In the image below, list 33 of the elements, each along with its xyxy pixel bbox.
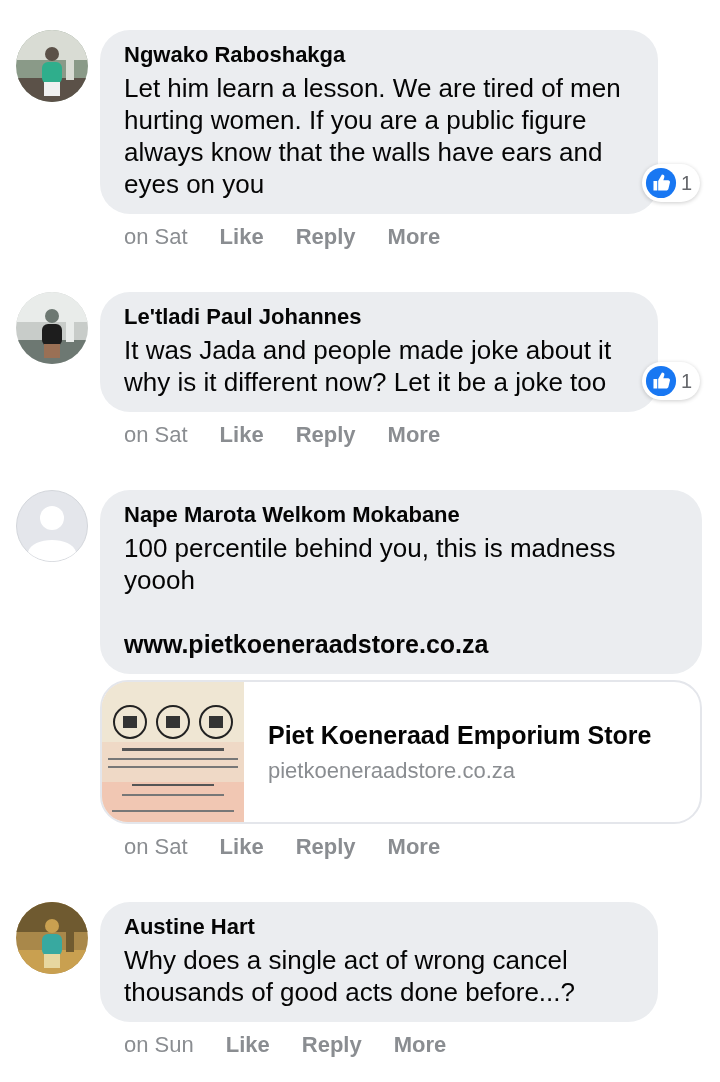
action-link[interactable]: More [387, 834, 441, 860]
action-link[interactable]: More [387, 422, 441, 448]
action-link[interactable]: Reply [295, 834, 356, 860]
action-link[interactable]: Like [219, 224, 264, 250]
author-name[interactable]: Nape Marota Welkom Mokabane [124, 502, 678, 528]
comment-text: Why does a single act of wrong cancel thousands of good acts done before...? [124, 944, 576, 1008]
author-name[interactable]: Austine Hart [124, 914, 634, 940]
default-avatar-icon [16, 490, 88, 562]
comment-text: It was Jada and people made joke about it why is it different now? Let it be a joke too [124, 334, 613, 398]
preview-title: Piet Koeneraad Emporium Store [268, 720, 652, 750]
link-preview-card[interactable]: Piet Koeneraad Emporium Store pietkoeneraadstore.co.za [100, 680, 702, 824]
comment-text: 100 percentile behind you, this is madness yoooh [124, 532, 617, 596]
preview-domain: pietkoeneraadstore.co.za [268, 757, 517, 784]
action-link[interactable]: Reply [301, 1032, 362, 1058]
action-link[interactable]: More [393, 1032, 447, 1058]
author-name[interactable]: Le'tladi Paul Johannes [124, 304, 634, 330]
comment-time: on Sun [124, 1032, 194, 1058]
action-link[interactable]: Reply [295, 422, 356, 448]
thumbs-up-icon [644, 365, 677, 397]
reaction-count[interactable]: 1 [641, 362, 700, 400]
comment-text: Let him learn a lesson. We are tired of men hurting women. If you are a public figure always know that the walls have ears and eyes on you [124, 72, 622, 200]
comment-time: on Sat [124, 422, 188, 448]
comment-time: on Sat [124, 224, 188, 250]
action-link[interactable]: Like [219, 422, 264, 448]
action-link[interactable]: More [387, 224, 441, 250]
link[interactable]: www.pietkoeneraadstore.co.za [124, 628, 678, 660]
action-link[interactable]: Like [225, 1032, 270, 1058]
reaction-count[interactable]: 1 [641, 164, 700, 202]
author-name[interactable]: Ngwako Raboshakga [124, 42, 634, 68]
comment-time: on Sat [124, 834, 188, 860]
thumbs-up-icon [644, 167, 677, 199]
action-link[interactable]: Like [219, 834, 264, 860]
action-link[interactable]: Reply [295, 224, 356, 250]
